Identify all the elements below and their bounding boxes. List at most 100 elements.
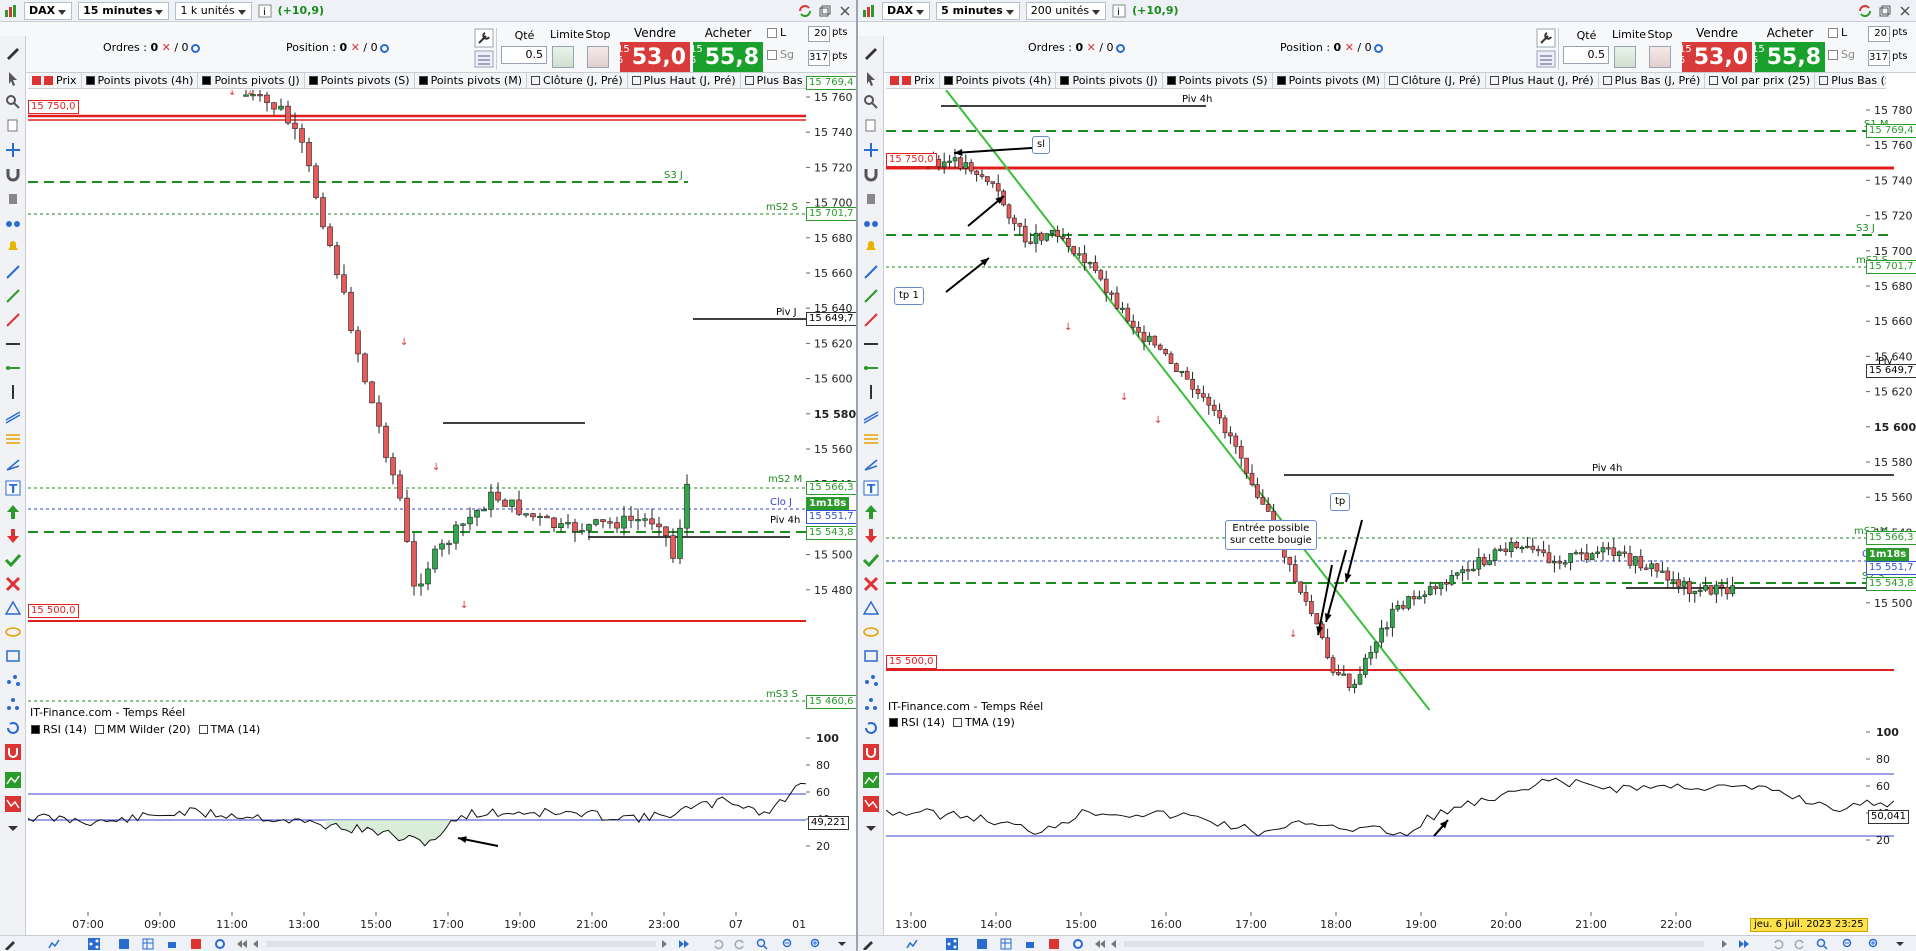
keypad-icon[interactable] xyxy=(474,50,494,68)
pencil-icon[interactable] xyxy=(863,44,879,60)
right-price-chart[interactable]: Piv 4hS1 MS3 JmS2 SPivPiv 4hmS2 MClo JS2… xyxy=(886,90,1894,710)
rewind-icon[interactable] xyxy=(1094,938,1106,950)
copy-icon[interactable] xyxy=(5,118,21,134)
stop-order-icon[interactable] xyxy=(1649,46,1671,68)
cursor-icon[interactable] xyxy=(5,70,21,86)
quantity-input[interactable]: 0.5 xyxy=(1563,46,1609,64)
horizontal-line-icon[interactable] xyxy=(5,336,21,352)
redo-icon[interactable] xyxy=(1794,938,1806,950)
checkmark-icon[interactable] xyxy=(5,552,21,568)
tab-low-prev[interactable]: Plus Bas (J, Pré) xyxy=(1599,73,1706,88)
tab-price[interactable]: Prix xyxy=(28,73,82,88)
segment-icon[interactable] xyxy=(5,360,21,376)
settings-icon[interactable] xyxy=(1373,43,1383,53)
zoom-icon[interactable] xyxy=(863,94,879,110)
tab-pivots-j[interactable]: Points pivots (J) xyxy=(1056,73,1163,88)
binoculars-icon[interactable] xyxy=(863,214,879,230)
save-icon[interactable] xyxy=(118,938,130,950)
horizontal-scrollbar[interactable] xyxy=(266,941,656,947)
tab-pivots-s[interactable]: Points pivots (S) xyxy=(305,73,415,88)
copy-icon[interactable] xyxy=(863,118,879,134)
wrench-icon[interactable] xyxy=(1536,28,1556,48)
horizontal-scrollbar[interactable] xyxy=(1124,941,1704,947)
orders-summary[interactable]: Ordres : 0 ✕ / 0 xyxy=(103,41,200,54)
nodes-icon[interactable] xyxy=(5,696,21,712)
pitchfork-icon[interactable] xyxy=(5,456,21,472)
triangle-icon[interactable] xyxy=(5,600,21,616)
stop-order-icon[interactable] xyxy=(587,46,609,68)
bell-icon[interactable] xyxy=(863,238,879,254)
position-summary[interactable]: Position : 0 ✕ / 0 xyxy=(286,41,389,54)
magnet-icon[interactable] xyxy=(863,166,879,182)
arrow-down-icon[interactable] xyxy=(5,528,21,544)
zoom-in-icon[interactable] xyxy=(810,938,822,950)
save-icon[interactable] xyxy=(976,938,988,950)
channel-icon[interactable] xyxy=(863,408,879,424)
indicator-icon[interactable] xyxy=(5,772,21,788)
vertical-line-icon[interactable] xyxy=(5,384,21,400)
redo-icon[interactable] xyxy=(734,938,746,950)
scroll-left-icon[interactable] xyxy=(250,938,262,950)
more-down-icon[interactable] xyxy=(5,820,21,836)
line-tool-icon[interactable] xyxy=(863,264,879,280)
sg-checkbox[interactable] xyxy=(767,50,777,60)
close-icon[interactable] xyxy=(32,76,41,85)
units-select[interactable]: 1 k unités xyxy=(175,1,252,20)
limit-order-icon[interactable] xyxy=(552,46,574,68)
pencil-icon[interactable] xyxy=(862,938,874,950)
sg-checkbox[interactable] xyxy=(1828,50,1838,60)
fibonacci-icon[interactable] xyxy=(5,432,21,448)
settings-icon[interactable] xyxy=(214,938,226,950)
bar-chart-icon[interactable] xyxy=(4,4,18,18)
annotation-sl[interactable]: sl xyxy=(1032,136,1050,154)
print-icon[interactable] xyxy=(1024,938,1036,950)
chevron-down-icon[interactable] xyxy=(1894,938,1906,950)
line-chart-icon[interactable] xyxy=(906,938,918,950)
magnet-red-icon[interactable] xyxy=(863,744,879,760)
quantity-input[interactable]: 0.5 xyxy=(501,46,547,64)
close-icon[interactable] xyxy=(1898,4,1912,18)
nodes-icon[interactable] xyxy=(863,696,879,712)
settings-icon[interactable] xyxy=(1072,938,1084,950)
tab-pivots-m[interactable]: Points pivots (M) xyxy=(415,73,528,88)
horizontal-line-icon[interactable] xyxy=(863,336,879,352)
export-icon[interactable] xyxy=(190,938,202,950)
l-checkbox[interactable] xyxy=(767,28,777,38)
keypad-icon[interactable] xyxy=(1536,50,1556,68)
settings-icon[interactable] xyxy=(1115,43,1125,53)
channel-icon[interactable] xyxy=(5,408,21,424)
magnet-icon[interactable] xyxy=(5,166,21,182)
timeframe-select[interactable]: 5 minutes xyxy=(936,1,1020,20)
close-icon[interactable] xyxy=(838,4,852,18)
settings-icon[interactable] xyxy=(379,43,389,53)
settings-icon[interactable] xyxy=(190,43,200,53)
annotation-tp1[interactable]: tp 1 xyxy=(894,287,924,305)
pts-input-bottom[interactable]: 317 xyxy=(1868,50,1890,66)
bell-icon[interactable] xyxy=(5,238,21,254)
undo-icon[interactable] xyxy=(712,938,724,950)
instrument-select[interactable]: DAX xyxy=(24,1,73,20)
line-tool-icon[interactable] xyxy=(5,264,21,280)
indicator-alt-icon[interactable] xyxy=(863,796,879,812)
tab-pivots-m[interactable]: Points pivots (M) xyxy=(1273,73,1386,88)
arrow-up-icon[interactable] xyxy=(5,504,21,520)
annotation-tp[interactable]: tp xyxy=(1330,493,1351,511)
wrench-icon[interactable] xyxy=(474,28,494,48)
scroll-right-icon[interactable] xyxy=(1718,938,1730,950)
zoom-icon[interactable] xyxy=(5,94,21,110)
tab-high-prev[interactable]: Plus Haut (J, Pré) xyxy=(1486,73,1599,88)
more-down-icon[interactable] xyxy=(863,820,879,836)
scatter-icon[interactable] xyxy=(863,672,879,688)
binoculars-icon[interactable] xyxy=(5,214,21,230)
tab-close-prev[interactable]: Clôture (J, Pré) xyxy=(527,73,628,88)
chevron-down-icon[interactable] xyxy=(836,938,848,950)
trendline-red-icon[interactable] xyxy=(863,312,879,328)
left-price-chart[interactable]: S3 J mS2 S Piv J mS2 M Clo J Piv 4h mS3 S ↓ ↓ ↓ ↓ ↓ xyxy=(28,90,806,710)
cross-icon[interactable] xyxy=(5,576,21,592)
share-icon[interactable] xyxy=(946,938,958,950)
ellipse-icon[interactable] xyxy=(5,624,21,640)
tab-vol-price[interactable]: Vol par prix (25) xyxy=(1705,73,1816,88)
annotation-entry[interactable]: Entrée possible sur cette bougie xyxy=(1225,520,1317,550)
tab-pivots-4h[interactable]: Points pivots (4h) xyxy=(940,73,1057,88)
sell-button[interactable]: 15 5 53,0 xyxy=(617,42,690,72)
